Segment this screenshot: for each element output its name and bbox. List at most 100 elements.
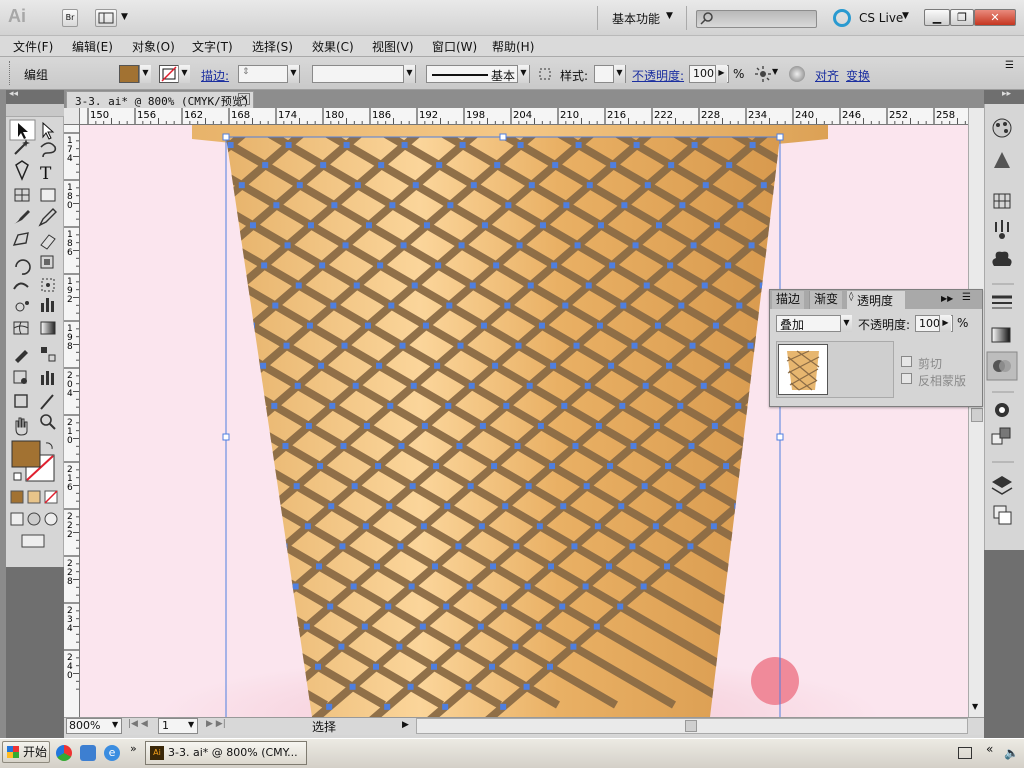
chevron-down-icon[interactable]: ▼: [188, 720, 194, 729]
chevron-down-icon[interactable]: ▼: [972, 702, 978, 711]
chevron-down-icon[interactable]: ▼: [121, 12, 128, 22]
graphic-style-select[interactable]: ▼: [594, 65, 626, 83]
artboard-canvas[interactable]: [80, 125, 968, 717]
scroll-thumb[interactable]: [971, 408, 983, 422]
ruler-label: 2: [67, 530, 73, 540]
scroll-thumb[interactable]: [685, 720, 697, 732]
bridge-button[interactable]: Br: [62, 9, 78, 27]
chevron-down-icon[interactable]: ▼: [178, 65, 190, 83]
anchor-point: [573, 342, 580, 349]
anchor-point: [550, 362, 557, 369]
object-thumbnail[interactable]: [778, 344, 828, 395]
ie-icon[interactable]: e: [104, 745, 120, 761]
dock-icons[interactable]: [986, 104, 1020, 534]
collapse-icon[interactable]: ◂◂: [9, 89, 18, 99]
menu-edit[interactable]: 编辑(E): [72, 38, 113, 55]
chevron-down-icon[interactable]: ▼: [403, 65, 415, 83]
maximize-button[interactable]: ❐: [950, 9, 974, 26]
stroke-link[interactable]: 描边:: [201, 67, 229, 84]
vertical-ruler[interactable]: 174180186192198204210216222228234240: [64, 125, 80, 717]
stroke-weight-field[interactable]: ⇕ ▼: [238, 65, 300, 83]
cslive-button[interactable]: CS Live: [859, 11, 903, 25]
waffle-cone-artwork[interactable]: [80, 125, 968, 717]
panel-menu-icon[interactable]: ☰: [962, 292, 971, 303]
document-tab[interactable]: 3-3. ai* @ 800% (CMYK/预览) ✕: [66, 91, 254, 108]
chevron-down-icon[interactable]: ▼: [902, 11, 909, 21]
tools-grip[interactable]: [6, 104, 64, 117]
waffle-line: [773, 137, 780, 709]
anchor-point: [238, 182, 245, 189]
ruler-origin[interactable]: [64, 108, 80, 125]
start-button[interactable]: 开始: [2, 741, 50, 763]
tools-panel-header[interactable]: ◂◂: [6, 89, 64, 104]
menu-object[interactable]: 对象(O): [132, 38, 175, 55]
horizontal-ruler[interactable]: 150 156 162 168 174 180 186 192 198 204 210 216 222 2…: [64, 108, 984, 125]
menu-select[interactable]: 选择(S): [252, 38, 293, 55]
cslive-icon[interactable]: [833, 9, 851, 27]
invert-mask-checkbox[interactable]: [901, 373, 912, 384]
expand-icon[interactable]: ▸▸: [1002, 89, 1011, 99]
tab-transparency[interactable]: ◊ 透明度: [847, 291, 905, 310]
chevron-down-icon[interactable]: ▼: [139, 65, 151, 83]
menu-window[interactable]: 窗口(W): [432, 38, 477, 55]
appearance-panel-icon: [995, 403, 1009, 417]
horizontal-scrollbar[interactable]: [416, 718, 968, 734]
taskbar-item-illustrator[interactable]: Ai 3-3. ai* @ 800% (CMY...: [145, 741, 307, 765]
quick-launch-icon[interactable]: [80, 745, 96, 761]
tab-gradient[interactable]: 渐变: [809, 291, 843, 309]
tab-stroke[interactable]: 描边: [772, 291, 805, 309]
anchor-point: [202, 363, 208, 369]
close-icon[interactable]: ✕: [238, 93, 250, 105]
chevron-down-icon[interactable]: ▼: [772, 67, 778, 76]
appearance-icon[interactable]: [789, 66, 805, 82]
close-button[interactable]: ✕: [974, 9, 1016, 26]
brush-definition-select[interactable]: 基本 ▼: [426, 65, 530, 83]
panel-menu-icon[interactable]: ☰: [1005, 60, 1014, 71]
artboards-icon: [993, 505, 1012, 525]
chevron-down-icon[interactable]: ▼: [287, 65, 299, 83]
chevron-down-icon[interactable]: ▼: [840, 315, 852, 332]
chevron-right-icon[interactable]: ▶: [939, 315, 951, 332]
chevron-right-icon[interactable]: ▶: [402, 720, 409, 730]
next-page-icon[interactable]: ▶ ▶|: [206, 719, 226, 729]
chevron-right-icon[interactable]: ▶: [715, 65, 727, 83]
anchor-point: [191, 323, 197, 329]
status-mode-label[interactable]: 选择: [312, 718, 336, 735]
workspace-switcher[interactable]: 基本功能: [612, 10, 660, 27]
anchor-point: [493, 262, 500, 269]
transform-link[interactable]: 变换: [846, 67, 870, 84]
fill-swatch[interactable]: [119, 65, 139, 83]
menu-effect[interactable]: 效果(C): [312, 38, 354, 55]
menu-type[interactable]: 文字(T): [192, 38, 233, 55]
stepper-icon[interactable]: ⇕: [242, 67, 250, 77]
first-page-icon[interactable]: |◀ ◀: [128, 719, 148, 729]
chrome-icon[interactable]: [56, 745, 72, 761]
opacity-link[interactable]: 不透明度:: [632, 67, 684, 84]
chevron-down-icon[interactable]: ▼: [112, 720, 118, 729]
chevron-down-icon[interactable]: ▼: [613, 65, 625, 83]
anchor-point: [190, 423, 196, 429]
menu-view[interactable]: 视图(V): [372, 38, 414, 55]
search-input[interactable]: [696, 10, 817, 28]
clip-checkbox[interactable]: [901, 356, 912, 367]
collapse-panel-icon[interactable]: ▶▶: [941, 294, 953, 303]
variable-width-profile-select[interactable]: ▼: [312, 65, 416, 83]
chevron-down-icon[interactable]: ▼: [666, 11, 673, 21]
grip-icon[interactable]: [9, 61, 12, 85]
waffle-line: [80, 125, 138, 717]
keyboard-icon[interactable]: [958, 747, 972, 759]
menu-file[interactable]: 文件(F): [13, 38, 53, 55]
speaker-icon[interactable]: 🔈: [1004, 746, 1019, 760]
chevron-down-icon[interactable]: ▼: [517, 65, 529, 83]
vertical-scrollbar[interactable]: ▼: [968, 108, 984, 717]
arrange-documents-button[interactable]: [95, 9, 117, 27]
recolor-artwork-icon[interactable]: [754, 65, 772, 83]
minimize-button[interactable]: ▁: [924, 9, 950, 26]
chevron-right-icon[interactable]: »: [130, 742, 137, 755]
brush-options-icon[interactable]: [538, 67, 552, 81]
dock-header[interactable]: ▸▸: [984, 89, 1024, 104]
stroke-swatch[interactable]: [159, 65, 179, 83]
align-link[interactable]: 对齐: [815, 67, 839, 84]
menu-help[interactable]: 帮助(H): [492, 38, 534, 55]
chevron-left-icon[interactable]: «: [986, 742, 993, 756]
